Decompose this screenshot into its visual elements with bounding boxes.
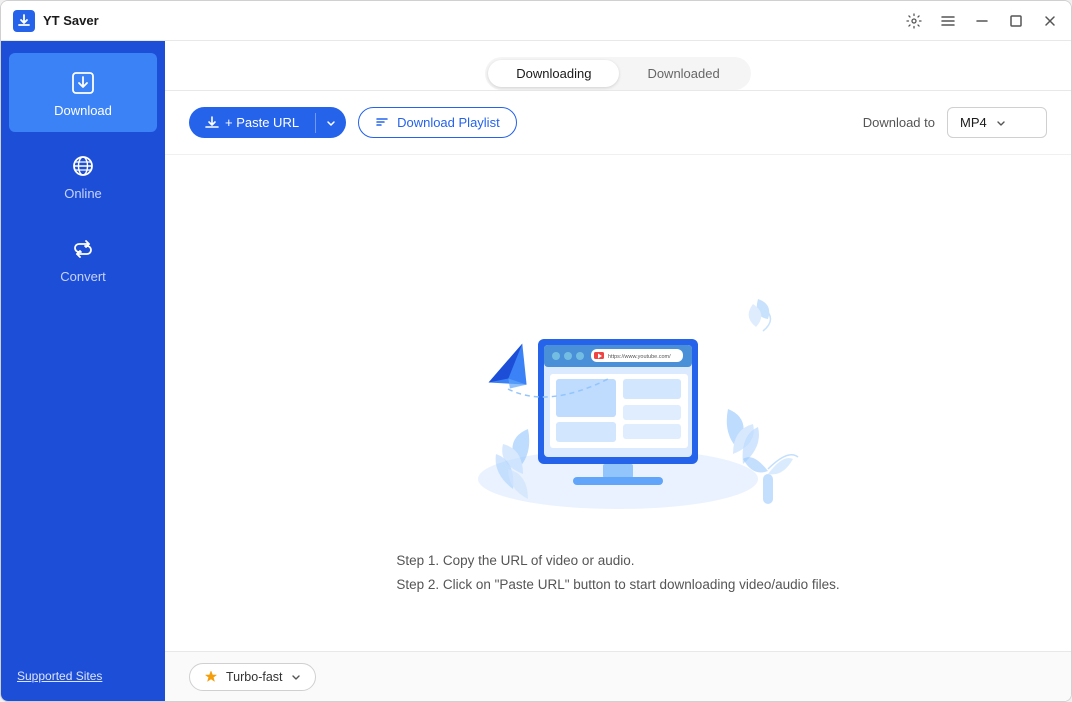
paste-url-button[interactable]: + Paste URL [189,107,346,138]
hero-illustration: https://www.youtube.com/ [408,209,828,529]
paste-url-dropdown-arrow[interactable] [316,110,346,136]
minimize-button[interactable] [973,12,991,30]
titlebar: YT Saver [1,1,1071,41]
turbo-fast-button[interactable]: Turbo-fast [189,663,316,691]
svg-text:https://www.youtube.com/: https://www.youtube.com/ [608,354,671,360]
sidebar: Download Online [1,41,165,701]
supported-sites-link[interactable]: Supported Sites [17,669,102,683]
tab-downloading[interactable]: Downloading [488,60,619,87]
content-area: Downloading Downloaded + Paste URL [165,41,1071,701]
app-logo [13,10,35,32]
sidebar-online-label: Online [64,186,102,201]
app-title: YT Saver [43,13,905,28]
sidebar-convert-label: Convert [60,269,106,284]
download-playlist-button[interactable]: Download Playlist [358,107,517,138]
sidebar-footer: Supported Sites [1,655,165,701]
sidebar-download-label: Download [54,103,112,118]
format-value: MP4 [960,115,987,130]
bottom-bar: Turbo-fast [165,651,1071,701]
settings-button[interactable] [905,12,923,30]
tab-group: Downloading Downloaded [485,57,750,90]
sidebar-item-download[interactable]: Download [9,53,157,132]
close-button[interactable] [1041,12,1059,30]
instructions: Step 1. Copy the URL of video or audio. … [396,549,839,598]
turbo-label: Turbo-fast [226,670,283,684]
instruction-step1: Step 1. Copy the URL of video or audio. [396,549,839,573]
tab-bar: Downloading Downloaded [165,41,1071,91]
main-layout: Download Online [1,41,1071,701]
download-playlist-label: Download Playlist [397,115,500,130]
menu-button[interactable] [939,12,957,30]
maximize-button[interactable] [1007,12,1025,30]
tab-downloaded[interactable]: Downloaded [619,60,747,87]
sidebar-item-online[interactable]: Online [9,136,157,215]
format-select[interactable]: MP4 [947,107,1047,138]
hero-section: https://www.youtube.com/ [165,155,1071,651]
window-controls [905,12,1059,30]
toolbar: + Paste URL Download Playlist [165,91,1071,155]
instruction-step2: Step 2. Click on "Paste URL" button to s… [396,573,839,597]
paste-url-main[interactable]: + Paste URL [189,107,315,138]
paste-url-label: + Paste URL [225,115,299,130]
download-to-label: Download to [863,115,935,130]
sidebar-item-convert[interactable]: Convert [9,219,157,298]
